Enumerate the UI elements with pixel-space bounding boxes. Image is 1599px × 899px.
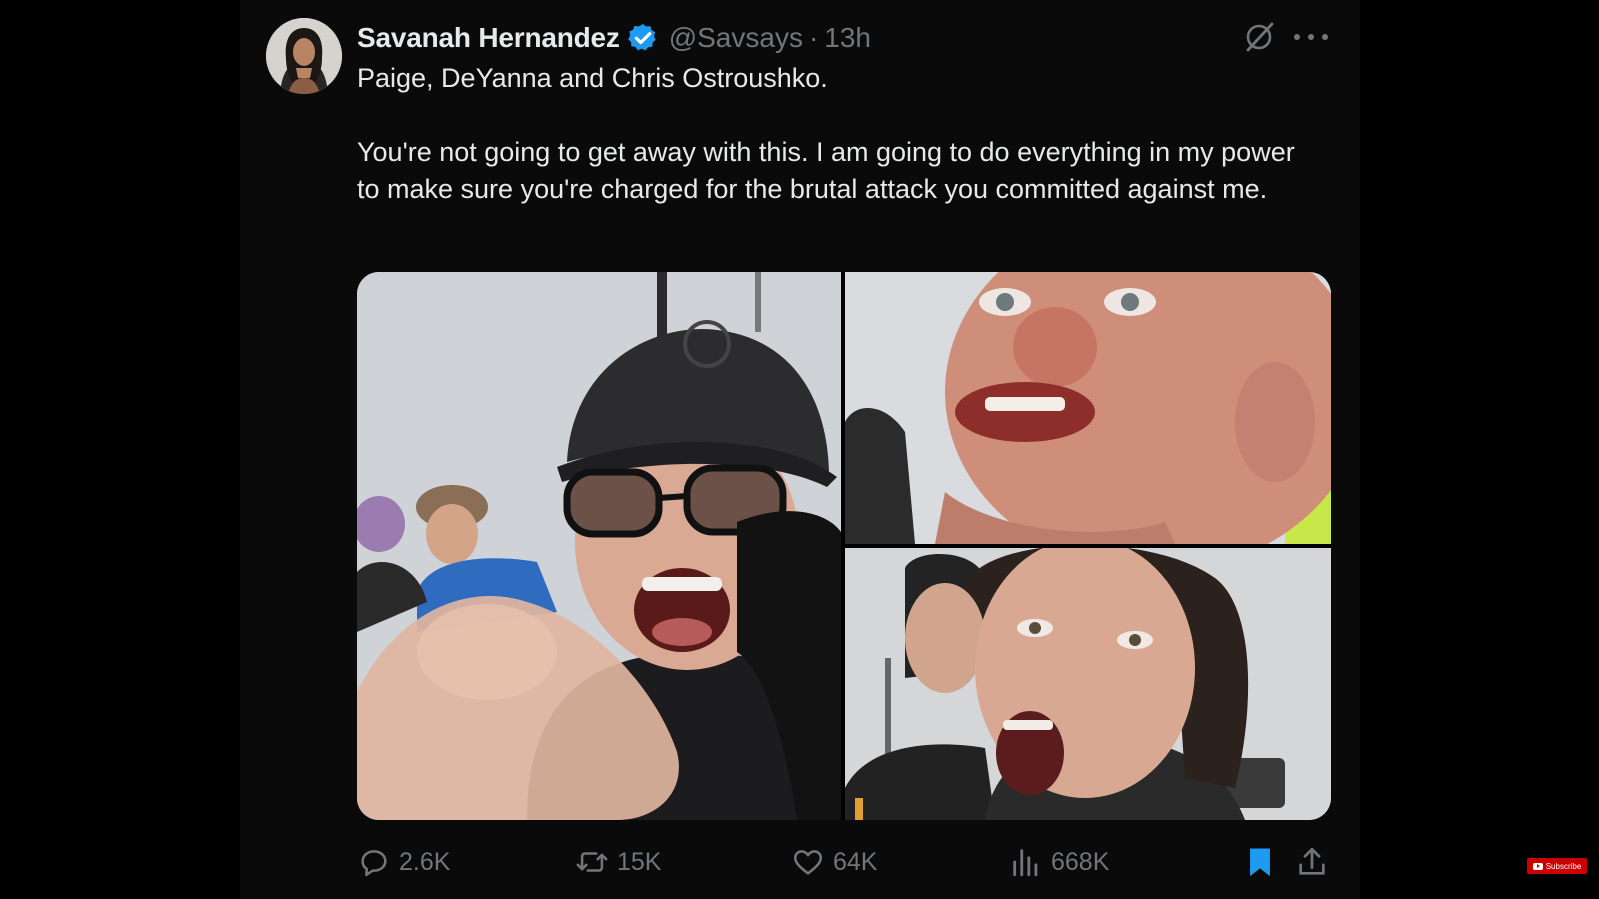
- tweet-card[interactable]: Savanah Hernandez @Savsays · 13h Paige, …: [240, 0, 1360, 899]
- tweet-text-line1: Paige, DeYanna and Chris Ostroushko.: [357, 63, 828, 93]
- photo-man-shouting-icon: [845, 272, 1331, 544]
- avatar[interactable]: [266, 18, 342, 94]
- photo-woman-shouting-icon: [845, 548, 1331, 820]
- reply-count: 2.6K: [399, 847, 451, 876]
- tweet-header: Savanah Hernandez @Savsays · 13h: [357, 18, 871, 58]
- bookmark-button[interactable]: [1243, 842, 1279, 882]
- repost-count: 15K: [617, 847, 662, 876]
- subscribe-button[interactable]: Subscribe: [1527, 858, 1587, 874]
- media-photo-3[interactable]: [845, 548, 1331, 820]
- repost-button[interactable]: 15K: [575, 842, 661, 882]
- subscribe-label: Subscribe: [1545, 861, 1582, 871]
- media-photo-2[interactable]: [845, 272, 1331, 544]
- views-button[interactable]: 668K: [1009, 842, 1109, 882]
- repost-icon: [576, 852, 608, 872]
- reply-button[interactable]: 2.6K: [357, 842, 450, 882]
- views-icon: [1013, 849, 1038, 877]
- media-grid: [357, 272, 1331, 820]
- views-count: 668K: [1051, 847, 1110, 876]
- tweet-text-paragraph2: You're not going to get away with this. …: [357, 137, 1295, 204]
- like-count: 64K: [833, 847, 878, 876]
- media-photo-1[interactable]: [357, 272, 841, 820]
- profile-photo-icon: [266, 18, 342, 94]
- heart-icon: [793, 850, 823, 875]
- video-frame: Savanah Hernandez @Savsays · 13h Paige, …: [0, 0, 1599, 899]
- verified-badge-icon: [627, 22, 659, 54]
- like-button[interactable]: 64K: [791, 842, 877, 882]
- share-button[interactable]: [1295, 842, 1331, 882]
- separator-dot: ·: [808, 22, 819, 53]
- more-icon[interactable]: [1294, 22, 1328, 52]
- author-name[interactable]: Savanah Hernandez: [357, 22, 620, 54]
- youtube-play-icon: [1532, 862, 1543, 870]
- bookmark-icon: [1250, 848, 1270, 877]
- tweet-timestamp[interactable]: 13h: [824, 22, 871, 54]
- grok-icon[interactable]: [1242, 20, 1276, 54]
- tweet-actions: 2.6K 15K 64K 668K: [357, 842, 1331, 882]
- photo-woman-in-cap-shouting-icon: [357, 272, 841, 820]
- tweet-text: Paige, DeYanna and Chris Ostroushko. You…: [357, 60, 1317, 208]
- reply-icon: [361, 850, 387, 877]
- author-handle[interactable]: @Savsays: [669, 22, 803, 54]
- share-icon: [1299, 847, 1325, 875]
